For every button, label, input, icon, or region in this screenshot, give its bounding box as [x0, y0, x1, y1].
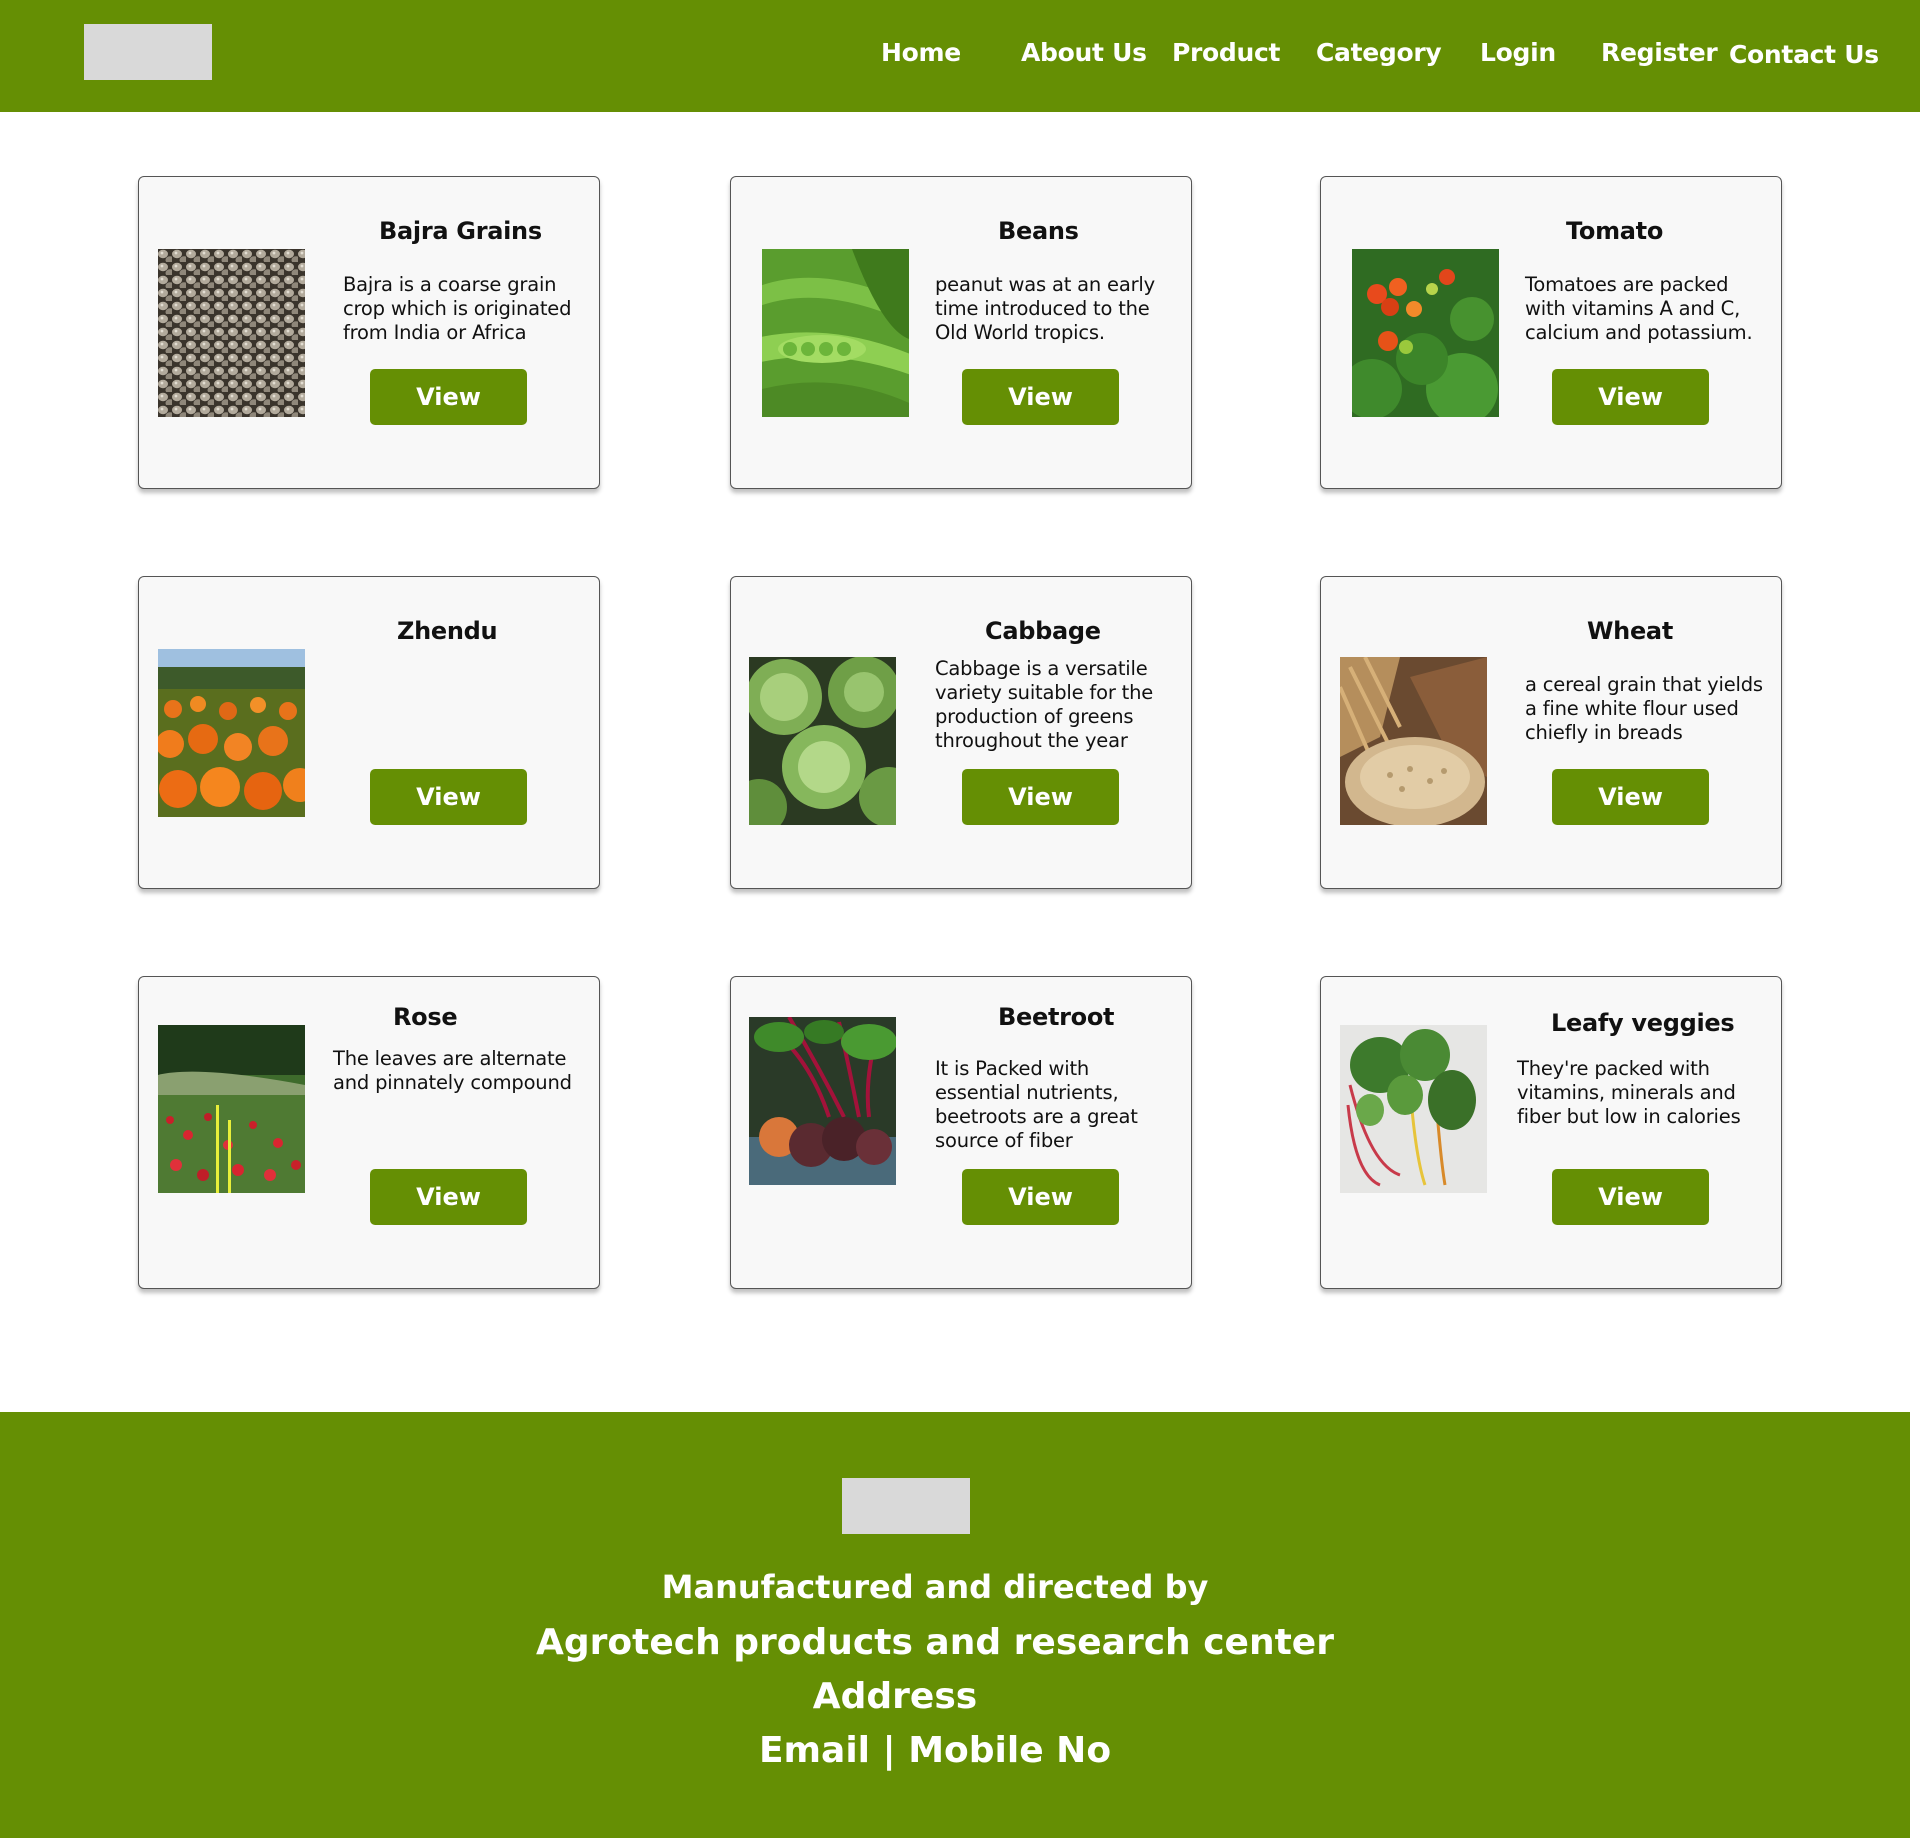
- product-title: Beetroot: [998, 1003, 1115, 1031]
- view-button-bajra[interactable]: View: [370, 369, 527, 425]
- product-description: a cereal grain that yields a fine white …: [1525, 673, 1763, 744]
- product-title: Beans: [998, 217, 1079, 245]
- product-card-zhendu: Zhendu View: [138, 576, 600, 889]
- nav-register[interactable]: Register: [1601, 38, 1718, 67]
- product-card-rose: Rose The leaves are alternate and pinnat…: [138, 976, 600, 1289]
- product-card-bajra: Bajra Grains Bajra is a coarse grain cro…: [138, 176, 600, 489]
- product-card-wheat: Wheat a cereal grain that yields a fine …: [1320, 576, 1782, 889]
- view-button-beans[interactable]: View: [962, 369, 1119, 425]
- product-card-cabbage: Cabbage Cabbage is a versatile variety s…: [730, 576, 1192, 889]
- beetroot-image: [749, 1017, 896, 1185]
- product-description: They're packed with vitamins, minerals a…: [1517, 1057, 1741, 1128]
- product-description: It is Packed with essential nutrients, b…: [935, 1057, 1138, 1152]
- footer-manufactured-by: Manufactured and directed by: [661, 1568, 1209, 1606]
- footer-company-name: Agrotech products and research center: [536, 1622, 1334, 1663]
- footer-address: Address: [812, 1676, 978, 1717]
- product-card-tomato: Tomato Tomatoes are packed with vitamins…: [1320, 176, 1782, 489]
- product-card-beans: Beans peanut was at an early time introd…: [730, 176, 1192, 489]
- footer-contact: Email | Mobile No: [758, 1730, 1112, 1771]
- product-title: Bajra Grains: [379, 217, 542, 245]
- site-footer: Manufactured and directed by Agrotech pr…: [0, 1412, 1910, 1838]
- view-button-leafy-veggies[interactable]: View: [1552, 1169, 1709, 1225]
- product-title: Wheat: [1587, 617, 1674, 645]
- product-description: Cabbage is a versatile variety suitable …: [935, 657, 1154, 752]
- view-button-zhendu[interactable]: View: [370, 769, 527, 825]
- wheat-image: [1340, 657, 1487, 825]
- product-description: Tomatoes are packed with vitamins A and …: [1525, 273, 1753, 344]
- product-description: Bajra is a coarse grain crop which is or…: [343, 273, 572, 344]
- nav-product[interactable]: Product: [1172, 38, 1281, 67]
- site-header: Home About Us Product Category Login Reg…: [0, 0, 1920, 112]
- nav-login[interactable]: Login: [1480, 38, 1556, 67]
- product-title: Cabbage: [985, 617, 1101, 645]
- rose-image: [158, 1025, 305, 1193]
- bajra-image: [158, 249, 305, 417]
- nav-contact-us[interactable]: Contact Us: [1729, 40, 1879, 69]
- zhendu-image: [158, 649, 305, 817]
- product-description: peanut was at an early time introduced t…: [935, 273, 1155, 344]
- footer-logo-placeholder: [842, 1478, 970, 1534]
- view-button-wheat[interactable]: View: [1552, 769, 1709, 825]
- view-button-rose[interactable]: View: [370, 1169, 527, 1225]
- nav-home[interactable]: Home: [881, 38, 961, 67]
- product-card-leafy-veggies: Leafy veggies They're packed with vitami…: [1320, 976, 1782, 1289]
- view-button-tomato[interactable]: View: [1552, 369, 1709, 425]
- view-button-beetroot[interactable]: View: [962, 1169, 1119, 1225]
- tomato-image: [1352, 249, 1499, 417]
- beans-image: [762, 249, 909, 417]
- cabbage-image: [749, 657, 896, 825]
- product-title: Rose: [393, 1003, 458, 1031]
- product-title: Tomato: [1566, 217, 1664, 245]
- nav-about-us[interactable]: About Us: [1021, 38, 1147, 67]
- product-description: The leaves are alternate and pinnately c…: [333, 1047, 572, 1094]
- product-title: Leafy veggies: [1551, 1009, 1735, 1037]
- leafy-veggies-image: [1340, 1025, 1487, 1193]
- logo-placeholder[interactable]: [84, 24, 212, 80]
- product-card-beetroot: Beetroot It is Packed with essential nut…: [730, 976, 1192, 1289]
- product-title: Zhendu: [397, 617, 498, 645]
- nav-category[interactable]: Category: [1316, 38, 1442, 67]
- view-button-cabbage[interactable]: View: [962, 769, 1119, 825]
